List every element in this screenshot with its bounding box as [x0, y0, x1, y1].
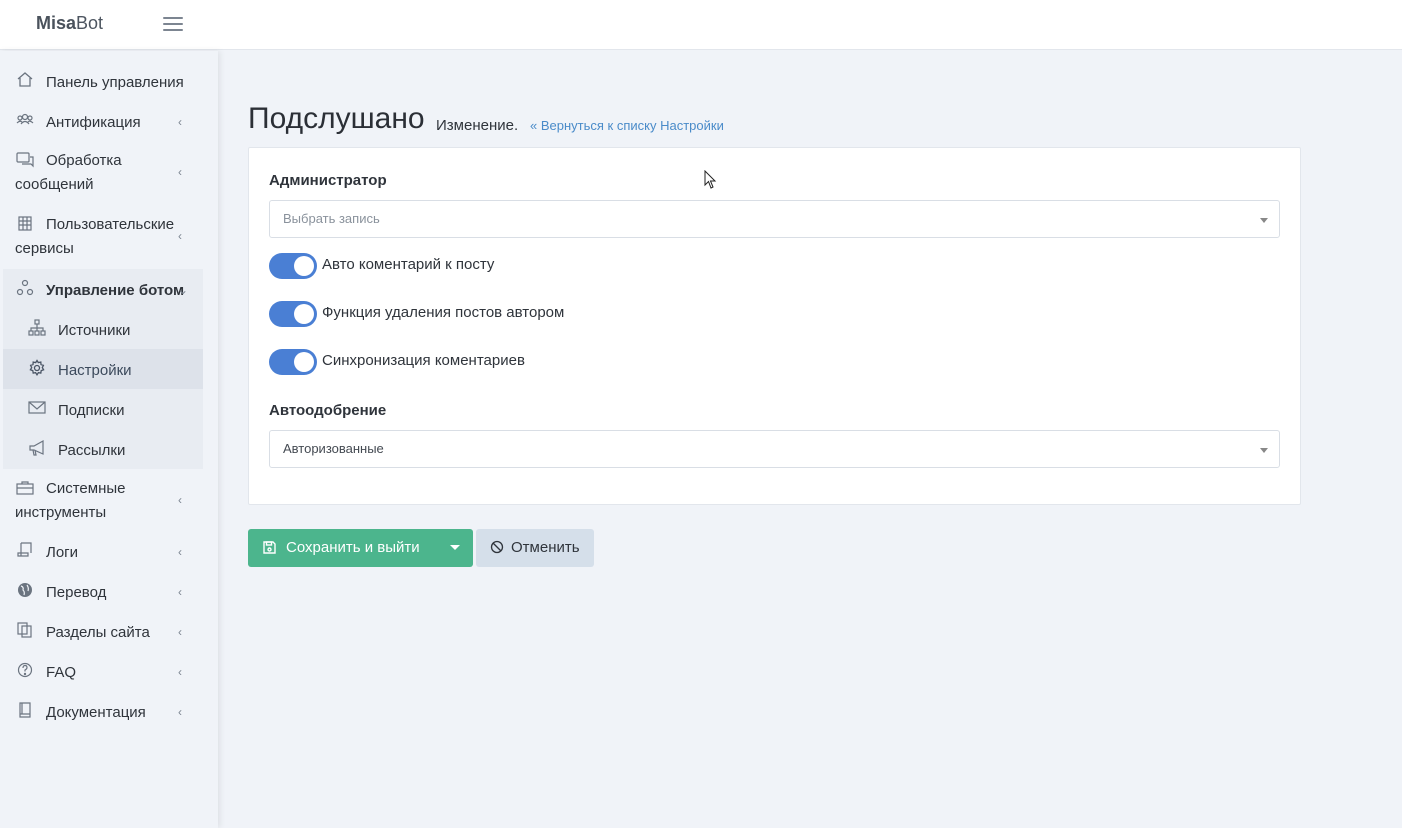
copy-icon	[17, 622, 32, 638]
users-icon	[16, 113, 34, 125]
toggle-label: Синхронизация коментариев	[322, 352, 525, 369]
ban-icon	[490, 540, 504, 554]
chevron-left-icon: ‹	[178, 705, 182, 719]
sidebar-item-label: Обработка сообщений	[15, 152, 122, 193]
floppy-disk-icon	[263, 541, 276, 554]
delete-posts-toggle[interactable]	[269, 301, 317, 327]
page-subtitle: Изменение.	[436, 117, 519, 134]
save-and-exit-button[interactable]: Сохранить и выйти	[248, 529, 436, 567]
sidebar-item-user-services[interactable]: Пользовательские сервисы ‹	[0, 213, 203, 261]
back-link-label: Вернуться к списку Настройки	[540, 118, 724, 133]
admin-select[interactable]: Выбрать запись	[269, 200, 1280, 238]
menu-toggle-icon[interactable]	[163, 15, 183, 33]
sidebar-item-label: Документация	[46, 704, 146, 721]
sidebar-item-faq[interactable]: FAQ ‹	[0, 661, 203, 685]
cog-icon	[29, 359, 45, 377]
sidebar-subitem-subscriptions[interactable]: Подписки	[0, 399, 203, 423]
home-icon	[17, 72, 33, 87]
sidebar-item-message-processing[interactable]: Обработка сообщений ‹	[0, 149, 203, 197]
envelope-icon	[28, 401, 46, 414]
chevron-left-icon: ‹	[178, 493, 182, 507]
sidebar-subitem-settings[interactable]: Настройки	[0, 359, 203, 383]
sidebar-item-label: Источники	[58, 322, 131, 339]
cancel-button[interactable]: Отменить	[476, 529, 594, 567]
brand-logo[interactable]: MisaBot	[36, 13, 103, 34]
toggle-label: Авто коментарий к посту	[322, 256, 495, 273]
scroll-icon	[17, 542, 32, 557]
save-options-dropdown-button[interactable]	[436, 529, 473, 567]
sidebar-item-label: Разделы сайта	[46, 624, 150, 641]
chevron-left-icon: ‹	[178, 665, 182, 679]
book-icon	[19, 702, 31, 718]
sidebar-subitem-mailings[interactable]: Рассылки	[0, 439, 203, 463]
sidebar-item-label: Панель управления	[46, 74, 184, 91]
auto-comment-toggle[interactable]	[269, 253, 317, 279]
brand-bold: Misa	[36, 13, 77, 33]
sidebar-item-logs[interactable]: Логи ‹	[0, 541, 203, 565]
chevron-left-icon: ‹	[178, 545, 182, 559]
sidebar-item-label: Настройки	[58, 362, 132, 379]
sidebar-item-dashboard[interactable]: Панель управления	[0, 71, 203, 95]
caret-down-icon	[1260, 448, 1268, 453]
caret-down-icon	[450, 545, 460, 550]
autoapprove-select[interactable]: Авторизованные	[269, 430, 1280, 468]
sidebar-subitem-sources[interactable]: Источники	[0, 319, 203, 343]
chevron-left-icon: ‹	[178, 229, 182, 243]
chevron-left-icon: ‹	[178, 115, 182, 129]
toggle-row-sync-comments: Синхронизация коментариев	[269, 349, 869, 375]
cancel-button-label: Отменить	[511, 539, 580, 556]
chevron-left-icon: ‹	[178, 585, 182, 599]
mouse-cursor-icon	[704, 170, 717, 189]
autoapprove-label: Автоодобрение	[269, 402, 387, 419]
chevron-left-icon: ‹	[178, 165, 182, 179]
sidebar-item-label: Пользовательские сервисы	[15, 216, 175, 257]
page-title: Подслушано	[248, 102, 425, 135]
autoapprove-select-value: Авторизованные	[283, 441, 384, 456]
sidebar-item-label: Логи	[46, 544, 79, 561]
sidebar-item-label: Управление ботом	[46, 282, 185, 299]
nodes-icon	[16, 279, 34, 296]
double-chevron-left-icon: «	[530, 118, 538, 133]
sidebar-item-translation[interactable]: Перевод ‹	[0, 581, 203, 605]
sidebar-item-site-sections[interactable]: Разделы сайта ‹	[0, 621, 203, 645]
back-link[interactable]: « Вернуться к списку Настройки	[530, 117, 724, 134]
sidebar-item-label: Рассылки	[58, 442, 126, 459]
sitemap-icon	[28, 319, 46, 336]
admin-label: Администратор	[269, 172, 387, 189]
sidebar-item-label: Подписки	[58, 402, 125, 419]
sidebar-item-label: Антификация	[46, 114, 141, 131]
globe-icon	[18, 583, 32, 597]
sidebar-item-system-tools[interactable]: Системные инструменты ‹	[0, 477, 203, 525]
sidebar: Панель управления Антификация ‹ Обработк…	[0, 51, 218, 828]
sidebar-item-bot-management[interactable]: Управление ботом ⌄	[0, 279, 203, 303]
chevron-left-icon: ‹	[178, 625, 182, 639]
sidebar-item-antification[interactable]: Антификация ‹	[0, 111, 203, 135]
sync-comments-toggle[interactable]	[269, 349, 317, 375]
admin-select-placeholder: Выбрать запись	[283, 211, 380, 226]
toggle-label: Функция удаления постов автором	[322, 304, 565, 321]
brand-rest: Bot	[76, 13, 104, 33]
save-button-label: Сохранить и выйти	[286, 539, 420, 556]
sidebar-item-label: Системные инструменты	[15, 480, 126, 521]
question-icon	[17, 662, 33, 678]
top-bar: MisaBot	[0, 0, 1402, 50]
settings-form-card: Администратор Выбрать запись Авто комент…	[248, 147, 1301, 505]
sidebar-item-label: FAQ	[46, 664, 77, 681]
toggle-row-auto-comment: Авто коментарий к посту	[269, 253, 869, 279]
sidebar-item-documentation[interactable]: Документация ‹	[0, 701, 203, 725]
toggle-row-delete-posts: Функция удаления постов автором	[269, 301, 869, 327]
megaphone-icon	[29, 439, 44, 456]
chevron-down-icon: ⌄	[178, 283, 189, 297]
sidebar-item-label: Перевод	[46, 584, 107, 601]
caret-down-icon	[1260, 218, 1268, 223]
